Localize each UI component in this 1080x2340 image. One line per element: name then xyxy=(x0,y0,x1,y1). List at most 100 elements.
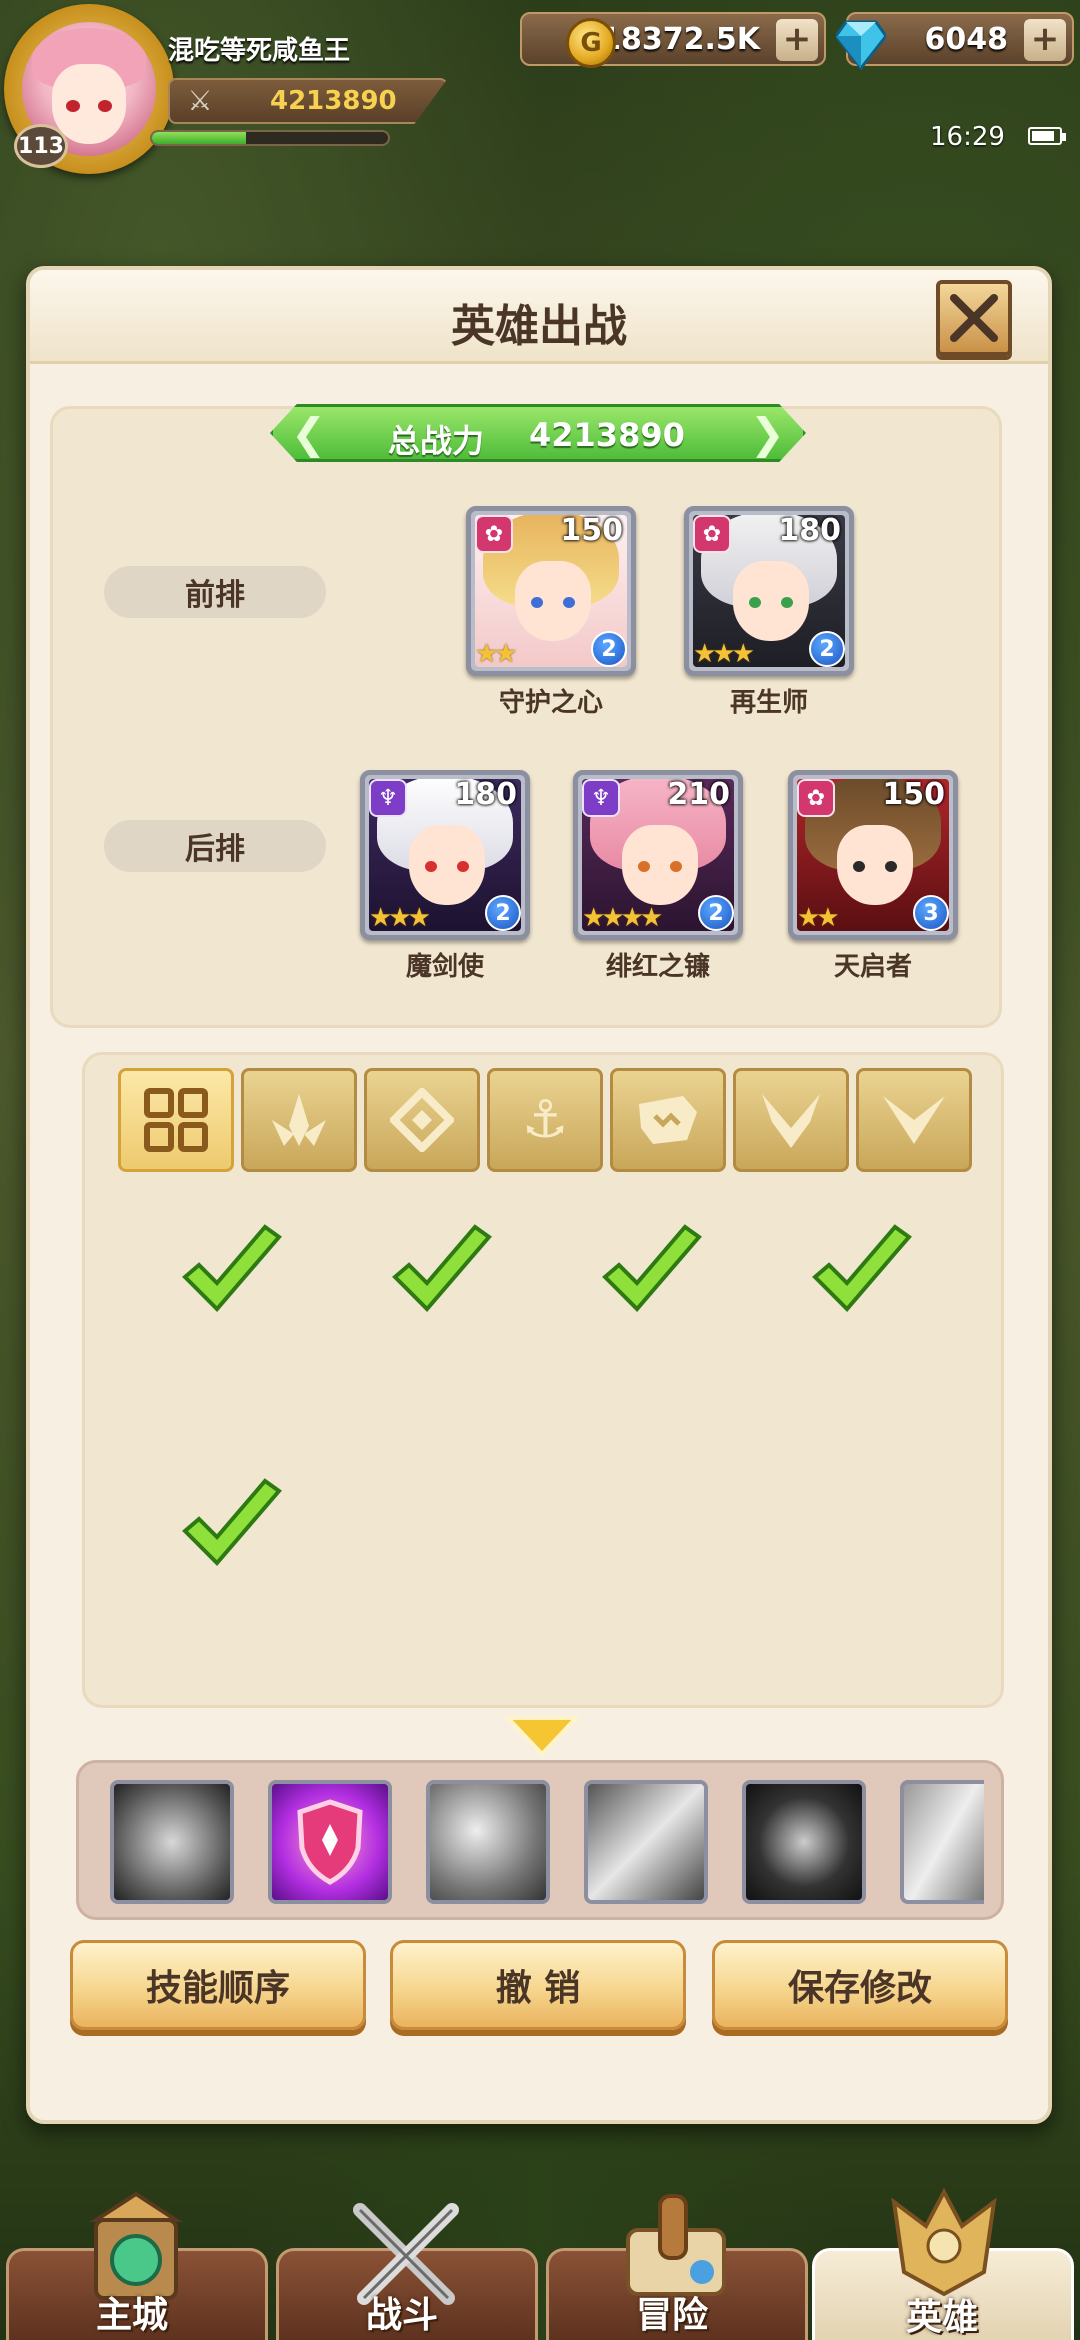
faction-icon: ♆ xyxy=(582,779,620,817)
faction-icon: ✿ xyxy=(797,779,835,817)
nav-label-heroes: 英雄 xyxy=(906,2297,979,2338)
shield-skill-icon xyxy=(297,1799,363,1885)
crossed-swords-icon: ⚔ xyxy=(187,84,213,117)
nav-label-battle: 战斗 xyxy=(366,2295,439,2336)
hero-stars-icon: ★★★ xyxy=(369,903,431,933)
hero-portrait-eye xyxy=(853,861,865,872)
exp-bar xyxy=(150,130,390,146)
hero-portrait-eye xyxy=(457,861,469,872)
skill-slot-6[interactable] xyxy=(900,1780,984,1904)
save-changes-button[interactable]: 保存修改 xyxy=(712,1940,1008,2030)
filter-tab-all[interactable] xyxy=(118,1068,234,1172)
diamond-gem-icon xyxy=(836,20,886,70)
skill-slot-5[interactable] xyxy=(742,1780,866,1904)
back-row-label: 后排 xyxy=(104,820,326,872)
skill-order-button[interactable]: 技能顺序 xyxy=(70,1940,366,2030)
player-name: 混吃等死咸鱼王 xyxy=(168,36,351,66)
filter-tab-sea[interactable]: ⚓ xyxy=(487,1068,603,1172)
hero-portrait-face xyxy=(837,825,913,905)
filter-tab-beast[interactable] xyxy=(610,1068,726,1172)
nav-label-adventure: 冒险 xyxy=(636,2295,709,2336)
grid-icon xyxy=(144,1088,208,1152)
filter-tab-holy[interactable] xyxy=(856,1068,972,1172)
hero-portrait-eye xyxy=(531,597,543,608)
hero-advance-badge: 3 xyxy=(913,895,949,931)
front-row-label: 前排 xyxy=(104,566,326,618)
filter-tab-demon[interactable] xyxy=(733,1068,849,1172)
chevron-right-icon: ❯ xyxy=(749,409,785,458)
checkmark-icon xyxy=(392,1224,492,1312)
hero-advance-badge: 2 xyxy=(698,895,734,931)
exp-bar-fill xyxy=(152,132,247,144)
checkmark-icon xyxy=(812,1224,912,1312)
hero-portrait-face xyxy=(733,561,809,641)
wing-faction-icon xyxy=(883,1096,945,1144)
hero-portrait-eye xyxy=(638,861,650,872)
dialog-title: 英雄出战 xyxy=(451,301,627,352)
back-row-hero-card[interactable]: ♆ 180 ★★★ 2 xyxy=(360,770,530,940)
hero-advance-badge: 2 xyxy=(809,631,845,667)
hero-level: 150 xyxy=(882,777,945,812)
beast-faction-icon xyxy=(639,1096,697,1144)
nav-label-main-city: 主城 xyxy=(96,2295,169,2336)
hero-stars-icon: ★★★★ xyxy=(582,903,663,933)
gold-amount: 18372.5K xyxy=(600,22,760,57)
checkmark-icon xyxy=(182,1224,282,1312)
faction-icon: ✿ xyxy=(475,515,513,553)
hero-portrait-eye xyxy=(885,861,897,872)
back-row-hero-name: 绯红之镰 xyxy=(605,952,710,982)
close-button[interactable] xyxy=(936,280,1012,356)
front-row-hero-name: 守护之心 xyxy=(498,688,603,718)
filter-tab-nature[interactable] xyxy=(241,1068,357,1172)
back-row-hero-name: 魔剑使 xyxy=(405,952,484,982)
hero-portrait-eye xyxy=(670,861,682,872)
skill-slot-3[interactable] xyxy=(426,1780,550,1904)
hero-stars-icon: ★★ xyxy=(475,639,518,669)
filter-tab-order[interactable] xyxy=(364,1068,480,1172)
gem-amount: 6048 xyxy=(924,22,1009,57)
undo-button[interactable]: 撤 销 xyxy=(390,1940,686,2030)
hero-level: 150 xyxy=(560,513,623,548)
add-gold-button[interactable]: + xyxy=(776,19,818,61)
hero-stars-icon: ★★★ xyxy=(693,639,755,669)
hero-portrait-eye xyxy=(781,597,793,608)
total-power-label: 总战力 xyxy=(388,422,485,460)
dialog-header: 英雄出战 xyxy=(30,270,1048,364)
back-row-hero-card[interactable]: ♆ 210 ★★★★ 2 xyxy=(573,770,743,940)
player-power-value: 4213890 xyxy=(270,86,397,116)
front-row-hero-name: 再生师 xyxy=(729,688,808,718)
player-level-badge: 113 xyxy=(14,124,68,168)
checkmark-icon xyxy=(602,1224,702,1312)
expand-arrow-icon[interactable] xyxy=(504,1714,580,1758)
skill-slot-4[interactable] xyxy=(584,1780,708,1904)
hero-helmet-icon xyxy=(891,2187,997,2297)
hero-portrait-eye xyxy=(425,861,437,872)
checkmark-icon xyxy=(182,1478,282,1566)
close-icon xyxy=(950,294,998,342)
hero-portrait-face xyxy=(409,825,485,905)
total-power-banner: ❮ 总战力 4213890 ❯ xyxy=(270,404,806,462)
hero-portrait-eye xyxy=(749,597,761,608)
hero-portrait-face xyxy=(622,825,698,905)
leaf-faction-icon xyxy=(272,1094,326,1146)
hero-level: 210 xyxy=(667,777,730,812)
skill-slot-2[interactable] xyxy=(268,1780,392,1904)
front-row-hero-card[interactable]: ✿ 180 ★★★ 2 xyxy=(684,506,854,676)
gold-coin-icon: G xyxy=(566,18,616,68)
hero-advance-badge: 2 xyxy=(591,631,627,667)
hero-level: 180 xyxy=(454,777,517,812)
clock-time: 16:29 xyxy=(930,122,1005,152)
back-row-hero-name: 天启者 xyxy=(833,952,912,982)
horned-faction-icon xyxy=(762,1094,820,1148)
hero-portrait-eye xyxy=(563,597,575,608)
front-row-hero-card[interactable]: ✿ 150 ★★ 2 xyxy=(466,506,636,676)
chevron-left-icon: ❮ xyxy=(291,409,327,458)
add-gem-button[interactable]: + xyxy=(1024,19,1066,61)
battery-icon xyxy=(1028,127,1066,145)
faction-icon: ✿ xyxy=(693,515,731,553)
back-row-hero-card[interactable]: ✿ 150 ★★ 3 xyxy=(788,770,958,940)
diamond-faction-icon xyxy=(390,1088,454,1152)
bottom-navigation: 主城 战斗 冒险 英雄 xyxy=(0,2187,1080,2340)
skill-slot-1[interactable] xyxy=(110,1780,234,1904)
hero-stars-icon: ★★ xyxy=(797,903,840,933)
